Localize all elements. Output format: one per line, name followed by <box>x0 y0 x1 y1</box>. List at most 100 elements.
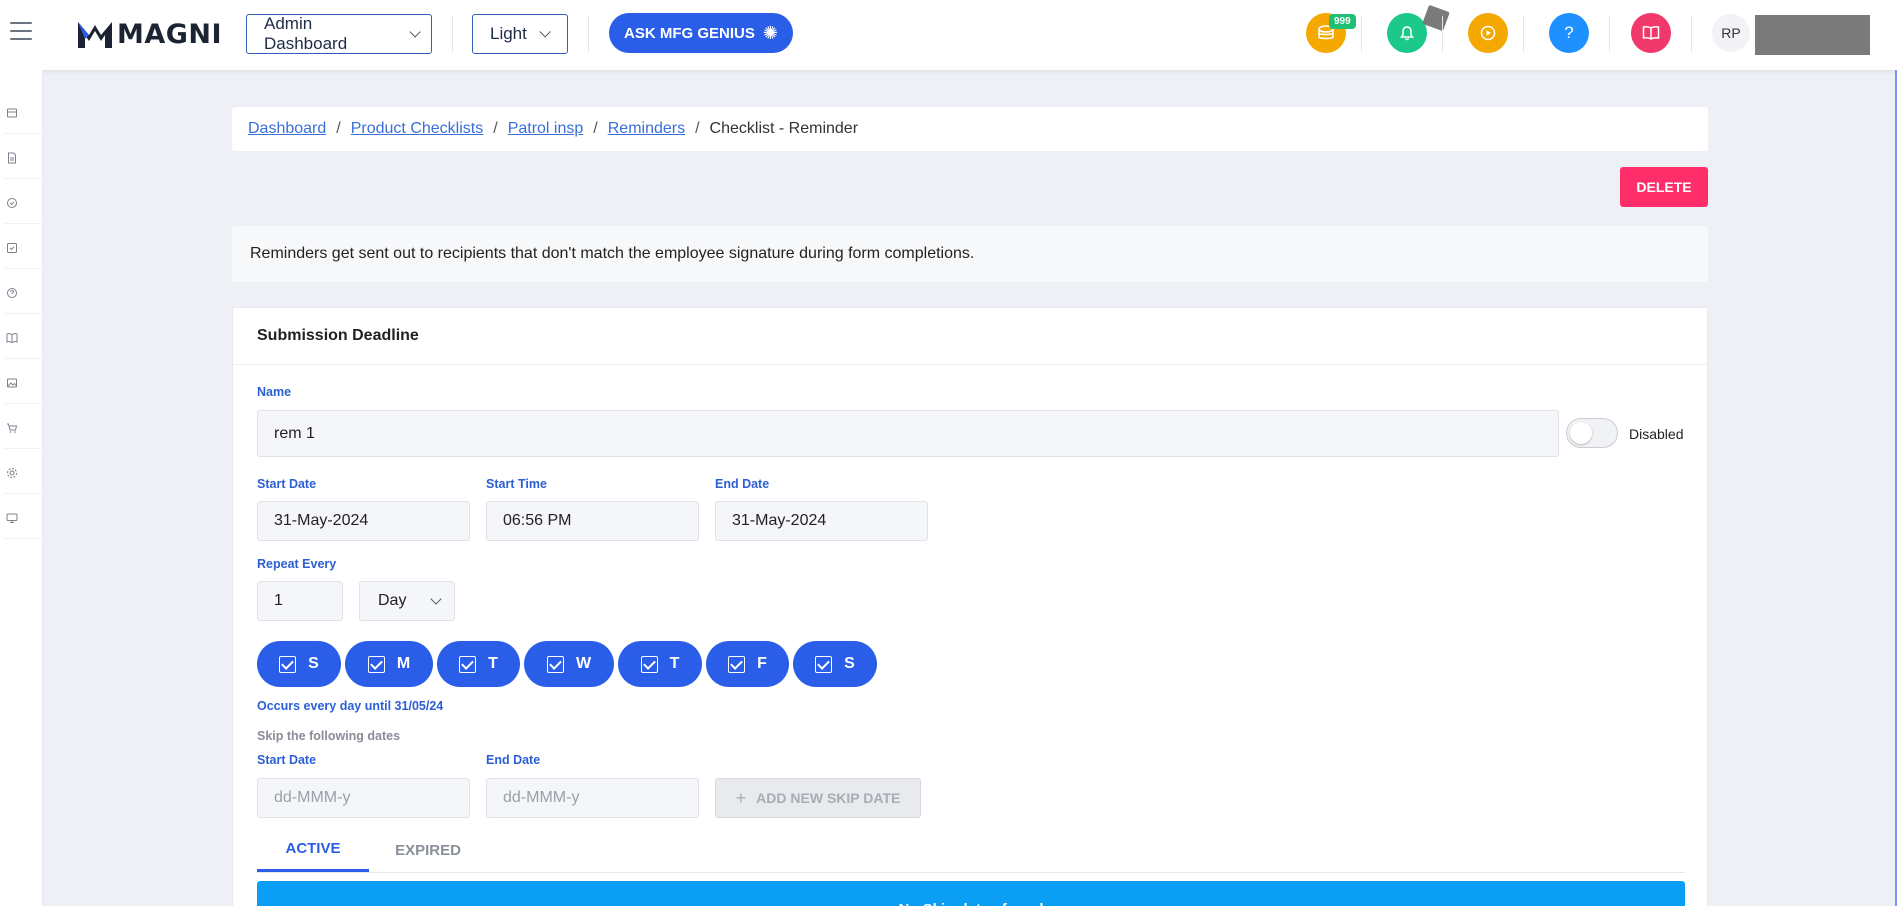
name-input[interactable]: rem 1 <box>257 410 1559 457</box>
day-label: F <box>757 655 767 672</box>
sidebar-item-settings[interactable] <box>4 465 47 494</box>
day-label: S <box>844 655 855 672</box>
day-label: S <box>308 655 319 672</box>
day-toggle-wednesday[interactable]: W <box>524 641 614 687</box>
sidebar-item-display[interactable] <box>4 510 47 539</box>
skip-dates-label: Skip the following dates <box>257 729 401 743</box>
start-date-input[interactable]: 31-May-2024 <box>257 501 470 541</box>
checkbox-icon <box>640 655 658 673</box>
book-icon <box>1642 26 1660 40</box>
divider <box>1691 16 1692 52</box>
day-label: M <box>396 655 411 672</box>
toggle-label: Disabled <box>1629 426 1684 442</box>
sidebar-item-cart[interactable] <box>4 420 47 449</box>
chevron-down-icon <box>409 26 421 38</box>
gear-icon <box>7 468 17 478</box>
breadcrumb-current: Checklist - Reminder <box>709 120 859 137</box>
skip-dates-tabs: ACTIVE EXPIRED <box>257 828 1685 873</box>
repeat-unit-select[interactable]: Day <box>359 581 455 621</box>
breadcrumb-separator: / <box>336 120 341 137</box>
sidebar-item-database[interactable] <box>4 105 47 134</box>
cart-icon <box>7 423 18 433</box>
sidebar-item-approvals[interactable] <box>4 195 47 224</box>
chevron-down-icon <box>539 26 551 38</box>
tab-active[interactable]: ACTIVE <box>257 828 369 872</box>
start-time-input[interactable]: 06:56 PM <box>486 501 699 541</box>
tab-expired[interactable]: EXPIRED <box>373 828 483 872</box>
repeat-count-input[interactable]: 1 <box>257 581 343 621</box>
occurrence-summary: Occurs every day until 31/05/24 <box>257 699 444 713</box>
dashboard-select-label: Admin Dashboard <box>264 14 348 53</box>
bell-icon <box>1400 26 1414 41</box>
play-button[interactable] <box>1468 13 1508 53</box>
logo[interactable]: MAGNI <box>77 18 222 50</box>
notifications-button[interactable] <box>1387 13 1427 53</box>
skip-start-date-label: Start Date <box>257 753 317 767</box>
avatar[interactable]: RP <box>1712 14 1750 52</box>
reminder-form-card: Submission Deadline Name rem 1 Disabled … <box>232 307 1708 906</box>
help-icon: ? <box>1564 23 1574 42</box>
coins-badge: 999 <box>1329 14 1356 29</box>
divider <box>588 16 589 52</box>
add-skip-date-button[interactable]: + ADD NEW SKIP DATE <box>715 778 921 818</box>
breadcrumb-separator: / <box>695 120 700 137</box>
day-label: W <box>575 655 592 672</box>
day-toggle-friday[interactable]: F <box>706 641 789 687</box>
checkbox-icon <box>367 655 385 673</box>
start-time-label: Start Time <box>486 477 547 491</box>
sidebar-item-checklists[interactable] <box>4 240 47 269</box>
sidebar-item-help[interactable] <box>4 285 47 314</box>
repeat-unit-label: Day <box>378 592 407 609</box>
breadcrumb: Dashboard / Product Checklists / Patrol … <box>232 107 1708 151</box>
skip-end-date-input[interactable]: dd-MMM-y <box>486 778 699 818</box>
top-bar: MAGNI Admin Dashboard Light ASK MFG GENI… <box>0 0 1897 70</box>
document-icon <box>8 152 16 164</box>
redacted-username <box>1755 33 1797 55</box>
delete-button[interactable]: DELETE <box>1620 167 1708 207</box>
image-icon <box>7 378 17 388</box>
sidebar <box>0 70 47 906</box>
skip-start-date-input[interactable]: dd-MMM-y <box>257 778 470 818</box>
divider <box>1361 16 1362 52</box>
skip-end-date-label: End Date <box>486 753 541 767</box>
checkbox-icon <box>546 655 564 673</box>
day-label: T <box>488 655 498 672</box>
sidebar-item-media[interactable] <box>4 375 47 404</box>
day-toggle-saturday[interactable]: S <box>793 641 877 687</box>
guide-button[interactable] <box>1631 13 1671 53</box>
menu-icon[interactable] <box>10 22 32 40</box>
day-toggle-sunday[interactable]: S <box>257 641 341 687</box>
weekday-selector: S M T W T F S <box>257 641 877 687</box>
checkbox-icon <box>7 243 17 253</box>
dashboard-select[interactable]: Admin Dashboard <box>246 14 432 54</box>
repeat-every-label: Repeat Every <box>257 557 337 571</box>
add-skip-date-label: ADD NEW SKIP DATE <box>756 790 901 806</box>
day-toggle-tuesday[interactable]: T <box>437 641 520 687</box>
divider <box>1609 16 1610 52</box>
theme-select[interactable]: Light <box>472 14 568 54</box>
breadcrumb-dashboard[interactable]: Dashboard <box>248 120 326 138</box>
sidebar-item-library[interactable] <box>4 330 47 359</box>
sidebar-item-documents[interactable] <box>4 150 47 179</box>
breadcrumb-separator: / <box>593 120 598 137</box>
end-date-input[interactable]: 31-May-2024 <box>715 501 928 541</box>
name-label: Name <box>257 385 292 399</box>
end-date-label: End Date <box>715 477 770 491</box>
plus-icon: + <box>735 787 747 808</box>
ask-mfg-genius-button[interactable]: ASK MFG GENIUS ✺ <box>609 13 793 53</box>
chevron-down-icon <box>430 593 442 605</box>
day-toggle-monday[interactable]: M <box>345 641 433 687</box>
empty-state-banner: No Skip dates found <box>257 881 1685 906</box>
play-icon <box>1480 25 1496 41</box>
breadcrumb-patrol-insp[interactable]: Patrol insp <box>508 120 584 138</box>
enabled-toggle[interactable] <box>1566 418 1618 448</box>
breadcrumb-reminders[interactable]: Reminders <box>608 120 685 138</box>
theme-select-label: Light <box>490 24 527 43</box>
divider <box>1442 16 1443 52</box>
breadcrumb-product-checklists[interactable]: Product Checklists <box>351 120 484 138</box>
sparkle-icon: ✺ <box>762 22 778 43</box>
section-title: Submission Deadline <box>233 308 1707 365</box>
help-button[interactable]: ? <box>1549 13 1589 53</box>
checkbox-icon <box>279 655 297 673</box>
day-toggle-thursday[interactable]: T <box>618 641 702 687</box>
